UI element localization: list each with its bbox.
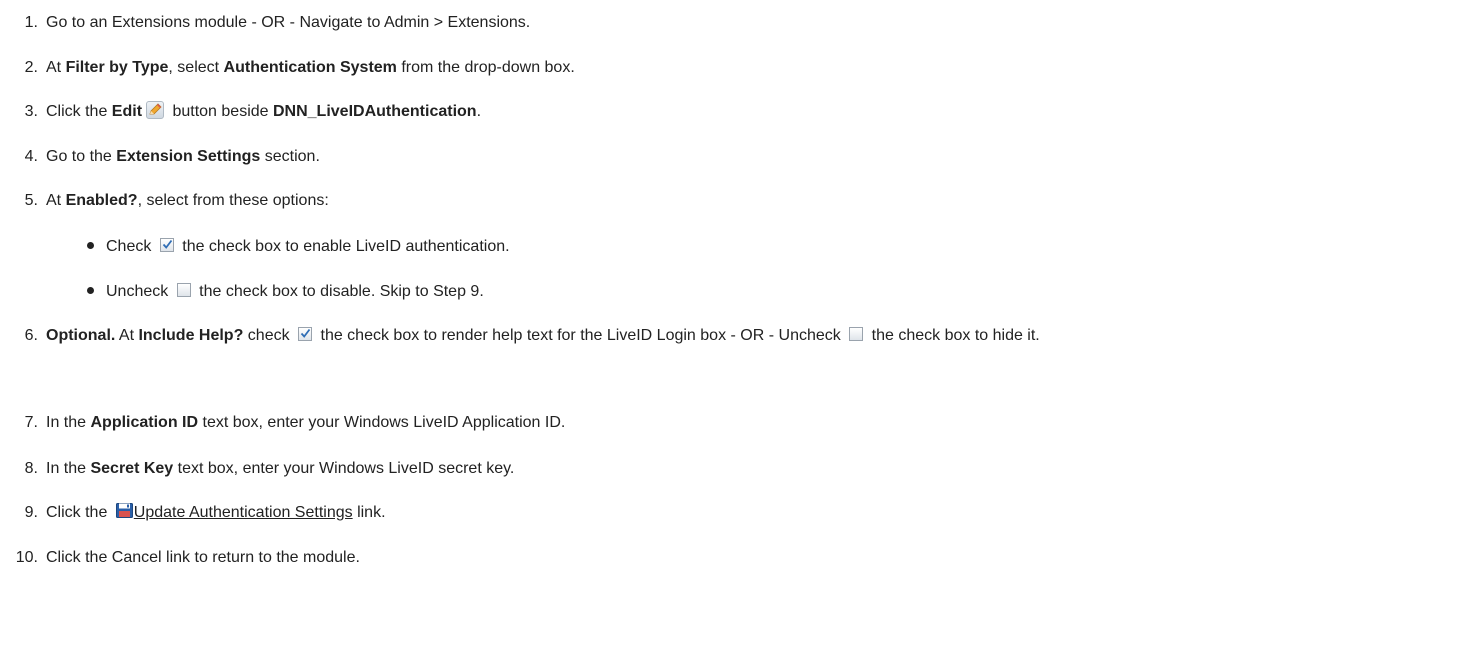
step-8: 8. In the Secret Key text box, enter your… xyxy=(0,458,515,480)
ui-term: Optional. xyxy=(46,327,116,344)
step-number: 8. xyxy=(24,460,38,477)
checkbox-checked-icon xyxy=(298,326,313,341)
checkbox-unchecked-icon xyxy=(176,282,191,297)
step-text: the check box to hide it. xyxy=(867,327,1040,344)
step-number: 10. xyxy=(15,549,38,566)
step-text: At xyxy=(46,59,66,76)
step-text: , select xyxy=(168,59,224,76)
checkbox-checked-icon xyxy=(159,237,174,252)
step-text: . xyxy=(476,103,482,120)
step-10: 10. Click the Cancel link to return to th… xyxy=(0,547,360,569)
checkbox-unchecked-icon xyxy=(849,326,864,341)
step-number: 3. xyxy=(24,103,38,120)
ui-term: DNN_LiveIDAuthentication xyxy=(272,103,477,120)
step-number: 2. xyxy=(24,59,38,76)
ui-term: Extension Settings xyxy=(116,148,261,165)
step-6: 6. Optional. At Include Help? check the c… xyxy=(0,325,1466,347)
step-2: 2. At Filter by Type, select Authenticati… xyxy=(0,57,575,79)
step-text: At xyxy=(46,192,66,209)
step-text: At xyxy=(115,327,139,344)
ui-term: Include Help? xyxy=(138,327,244,344)
ui-term: Authentication System xyxy=(223,59,397,76)
step-3: 3. Click the Edit button beside DNN_LiveI… xyxy=(0,100,482,123)
step-text: button beside xyxy=(168,103,273,120)
step-text: Click the Cancel link to return to the m… xyxy=(46,549,360,566)
step-number: 4. xyxy=(24,148,38,165)
step-number: 6. xyxy=(24,327,38,344)
bullet-dot xyxy=(87,241,94,249)
bullet-text: Check xyxy=(106,238,156,255)
step-text: Click the xyxy=(46,103,112,120)
update-authentication-settings-link[interactable]: Update Authentication Settings xyxy=(134,504,353,521)
ui-term: Filter by Type xyxy=(65,59,169,76)
step-text: text box, enter your Windows LiveID Appl… xyxy=(198,414,566,431)
bullet-text: Uncheck xyxy=(106,283,173,300)
pencil-edit-icon xyxy=(146,100,165,119)
ui-term: Enabled? xyxy=(65,192,138,209)
step-text: text box, enter your Windows LiveID secr… xyxy=(173,460,515,477)
step-text: the check box to render help text for th… xyxy=(316,327,846,344)
bullet-text: the check box to disable. Skip to Step 9… xyxy=(194,283,484,300)
bullet-text: the check box to enable LiveID authentic… xyxy=(177,238,510,255)
bullet-disable: Uncheck the check box to disable. Skip t… xyxy=(87,281,484,303)
step-text: Go to an Extensions module - OR - Naviga… xyxy=(46,14,531,31)
step-4: 4. Go to the Extension Settings section. xyxy=(0,146,320,168)
step-1: 1. Go to an Extensions module - OR - Navi… xyxy=(0,12,531,34)
step-text: In the xyxy=(46,414,91,431)
step-text: section. xyxy=(260,148,320,165)
step-text: link. xyxy=(352,504,386,521)
step-text: Click the xyxy=(46,504,112,521)
bullet-enable: Check the check box to enable LiveID aut… xyxy=(87,236,510,258)
step-text: check xyxy=(243,327,295,344)
step-number: 7. xyxy=(24,414,38,431)
ui-term: Secret Key xyxy=(90,460,174,477)
step-number: 9. xyxy=(24,504,38,521)
ui-term: Edit xyxy=(111,103,143,120)
bullet-dot xyxy=(87,286,94,294)
step-text: , select from these options: xyxy=(137,192,329,209)
step-number: 5. xyxy=(24,192,38,209)
save-disk-icon xyxy=(115,503,133,519)
step-text: from the drop-down box. xyxy=(396,59,575,76)
step-number: 1. xyxy=(24,14,38,31)
step-text: In the xyxy=(46,460,91,477)
step-5: 5. At Enabled?, select from these options… xyxy=(0,190,329,212)
step-7: 7. In the Application ID text box, enter … xyxy=(0,412,566,434)
ui-term: Application ID xyxy=(90,414,199,431)
step-text: Go to the xyxy=(46,148,117,165)
step-9: 9. Click the Update Authentication Settin… xyxy=(0,502,386,524)
